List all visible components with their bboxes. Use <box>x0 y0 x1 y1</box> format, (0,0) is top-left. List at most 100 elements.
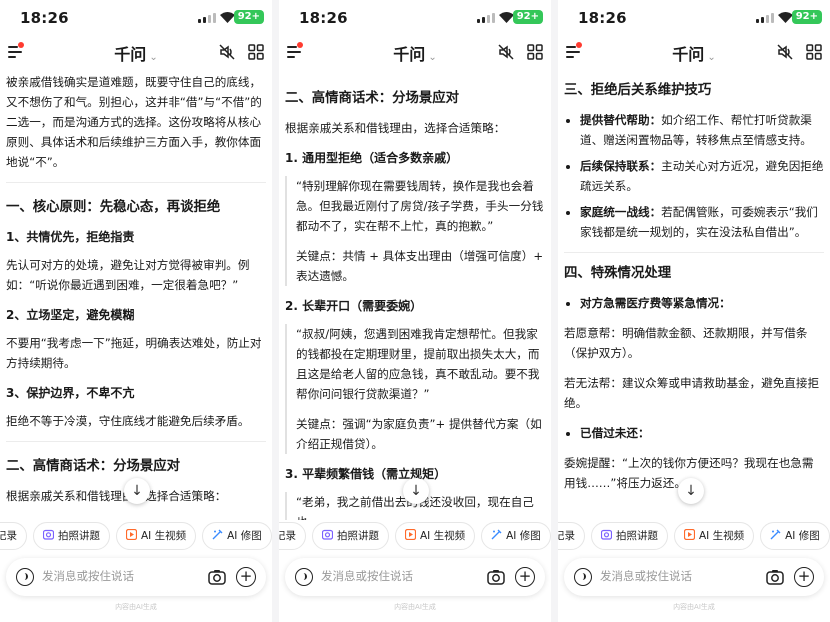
list-item: 后续保持联系：主动关心对方近况，避免因拒绝疏远关系。 <box>580 156 824 196</box>
message-input-bar[interactable]: 发消息或按住说话 + <box>6 558 266 596</box>
plus-icon[interactable]: + <box>236 567 256 587</box>
chip-record[interactable]: 记录 <box>279 522 306 550</box>
chip-photo-solve[interactable]: 拍照讲题 <box>312 522 389 550</box>
camera-icon[interactable] <box>766 568 784 586</box>
chip-ai-video[interactable]: AI 生视频 <box>674 522 755 550</box>
quick-actions: 记录 拍照讲题 AI 生视频 AI 修图 <box>558 522 830 550</box>
quote-block: “特别理解你现在需要钱周转，换作是我也会着急。但我最近刚付了房贷/孩子学费，手头… <box>285 176 545 286</box>
chip-ai-retouch[interactable]: AI 修图 <box>760 522 830 550</box>
app-title-text: 千问 <box>114 45 147 64</box>
quote-text: “特别理解你现在需要钱周转，换作是我也会着急。但我最近刚付了房贷/孩子学费，手头… <box>296 179 544 233</box>
chip-label: 拍照讲题 <box>616 530 658 542</box>
chip-ai-video[interactable]: AI 生视频 <box>395 522 476 550</box>
special-list: 已借过未还： <box>564 423 824 443</box>
chip-label: AI 生视频 <box>420 530 466 542</box>
divider <box>6 441 266 442</box>
quick-actions: 记录 拍照讲题 AI 生视频 AI 修图 <box>0 522 272 550</box>
chat-content: 二、高情商话术：分场景应对 根据亲戚关系和借钱理由，选择合适策略： 1. 通用型… <box>279 76 551 520</box>
status-time: 18:26 <box>20 9 69 27</box>
camera-icon[interactable] <box>208 568 226 586</box>
chip-ai-retouch[interactable]: AI 修图 <box>202 522 272 550</box>
camera-icon[interactable] <box>487 568 505 586</box>
scroll-down-button[interactable]: ↓ <box>124 478 150 504</box>
chevron-down-icon: ⌄ <box>428 52 437 63</box>
mute-icon[interactable] <box>776 43 794 61</box>
section-heading: 二、高情商话术：分场景应对 <box>6 459 181 474</box>
chip-label: 拍照讲题 <box>337 530 379 542</box>
photo-icon <box>322 529 333 540</box>
phone-screen-1: 18:26 92+ 千问 ⌄ 被亲戚借钱确实是道难题，既要守住自己的底线，又不想伤… <box>0 0 272 622</box>
plus-icon[interactable]: + <box>794 567 814 587</box>
signal-icon <box>477 13 495 23</box>
chip-label: AI 修图 <box>785 530 820 542</box>
subheading: 3、保护边界，不卑不亢 <box>6 386 135 400</box>
scroll-down-button[interactable]: ↓ <box>678 478 704 504</box>
mute-icon[interactable] <box>218 43 236 61</box>
chip-label: AI 生视频 <box>141 530 187 542</box>
apps-grid-icon[interactable] <box>527 44 543 60</box>
message-input[interactable]: 发消息或按住说话 <box>600 568 692 584</box>
chip-label: AI 修图 <box>506 530 541 542</box>
message-input[interactable]: 发消息或按住说话 <box>42 568 134 584</box>
key-point: 关键点：强调“为家庭负责”+ 提供替代方案（如介绍正规借贷）。 <box>296 417 542 451</box>
status-bar: 18:26 92+ <box>558 0 830 34</box>
paragraph: 拒绝不等于冷漠，守住底线才能避免后续矛盾。 <box>6 414 250 428</box>
list-item-title: 已借过未还： <box>580 426 650 440</box>
chip-label: AI 修图 <box>227 530 262 542</box>
section-heading: 一、核心原则：先稳心态，再谈拒绝 <box>6 200 221 215</box>
section-heading: 四、特殊情况处理 <box>564 266 672 281</box>
scroll-down-button[interactable]: ↓ <box>403 478 429 504</box>
ai-disclaimer: 内容由AI生成 <box>115 603 157 611</box>
subheading: 2. 长辈开口（需要委婉） <box>285 299 423 313</box>
list-item-title: 提供替代帮助： <box>580 113 662 127</box>
phone-screen-3: 18:26 92+ 千问⌄ 三、拒绝后关系维护技巧 提供替代帮助：如介绍工作、帮… <box>558 0 830 622</box>
status-bar: 18:26 92+ <box>0 0 272 34</box>
section-heading: 三、拒绝后关系维护技巧 <box>564 83 712 98</box>
chip-label: 拍照讲题 <box>58 530 100 542</box>
status-time: 18:26 <box>578 9 627 27</box>
photo-icon <box>43 529 54 540</box>
message-input[interactable]: 发消息或按住说话 <box>321 568 413 584</box>
photo-icon <box>601 529 612 540</box>
apps-grid-icon[interactable] <box>806 44 822 60</box>
voice-icon[interactable] <box>574 568 592 586</box>
key-point: 关键点：共情 + 具体支出理由（增强可信度）+ 表达遗憾。 <box>296 249 544 283</box>
subheading: 1. 通用型拒绝（适合多数亲戚） <box>285 151 459 165</box>
list-item-title: 对方急需医疗费等紧急情况： <box>580 296 731 310</box>
list-item: 对方急需医疗费等紧急情况： <box>580 293 824 313</box>
paragraph: 根据亲戚关系和借钱理由，选择合适策略： <box>285 121 506 135</box>
video-icon <box>405 529 416 540</box>
divider <box>6 182 266 183</box>
ai-disclaimer: 内容由AI生成 <box>394 603 436 611</box>
three-screenshots: 18:26 92+ 千问 ⌄ 被亲戚借钱确实是道难题，既要守住自己的底线，又不想伤… <box>0 0 830 622</box>
subheading: 1、共情优先，拒绝指责 <box>6 230 135 244</box>
video-icon <box>684 529 695 540</box>
retouch-icon <box>770 529 781 540</box>
mute-icon[interactable] <box>497 43 515 61</box>
arrow-down-icon: ↓ <box>410 483 422 499</box>
chip-ai-video[interactable]: AI 生视频 <box>116 522 197 550</box>
chip-record[interactable]: 记录 <box>558 522 585 550</box>
paragraph: 不要用“我考虑一下”拖延，明确表达难处，防止对方持续期待。 <box>6 336 262 370</box>
list-item: 已借过未还： <box>580 423 824 443</box>
chip-photo-solve[interactable]: 拍照讲题 <box>591 522 668 550</box>
ai-disclaimer: 内容由AI生成 <box>673 603 715 611</box>
message-input-bar[interactable]: 发消息或按住说话 + <box>564 558 824 596</box>
chevron-down-icon: ⌄ <box>707 52 716 63</box>
list-item-title: 后续保持联系： <box>580 159 662 173</box>
signal-icon <box>756 13 774 23</box>
message-input-bar[interactable]: 发消息或按住说话 + <box>285 558 545 596</box>
phone-screen-2: 18:26 92+ 千问 ⌄ 二、高情商话术：分场景应对 根据亲戚关系和借钱理由，… <box>279 0 551 622</box>
chip-record[interactable]: 记录 <box>0 522 27 550</box>
status-bar: 18:26 92+ <box>279 0 551 34</box>
list-item-title: 家庭统一战线： <box>580 205 662 219</box>
chip-photo-solve[interactable]: 拍照讲题 <box>33 522 110 550</box>
chip-ai-retouch[interactable]: AI 修图 <box>481 522 551 550</box>
chevron-down-icon: ⌄ <box>149 52 158 63</box>
paragraph: 先认可对方的处境，避免让对方觉得被审判。例如：“听说你最近遇到困难，一定很着急吧… <box>6 258 250 292</box>
apps-grid-icon[interactable] <box>248 44 264 60</box>
voice-icon[interactable] <box>16 568 34 586</box>
voice-icon[interactable] <box>295 568 313 586</box>
plus-icon[interactable]: + <box>515 567 535 587</box>
section-heading: 二、高情商话术：分场景应对 <box>285 91 460 106</box>
